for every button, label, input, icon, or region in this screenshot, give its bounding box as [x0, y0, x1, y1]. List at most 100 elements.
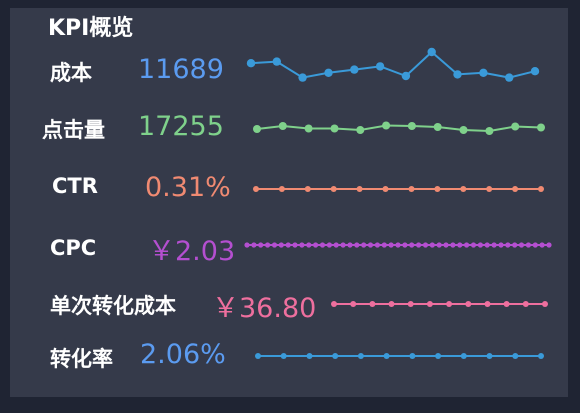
sparkline-point: [464, 242, 470, 248]
sparkline-point: [539, 242, 545, 248]
sparkline-point: [280, 353, 287, 359]
sparkline-point: [530, 67, 540, 76]
sparkline-point: [332, 353, 339, 359]
sparkline-point: [460, 186, 467, 192]
sparkline-point: [512, 242, 518, 248]
sparkline-point: [272, 57, 281, 66]
sparkline-point: [525, 242, 532, 248]
sparkline-point: [427, 47, 436, 57]
sparkline-point: [265, 242, 271, 248]
sparkline-point: [402, 242, 408, 248]
sparkline-point: [246, 59, 256, 68]
sparkline-point: [409, 242, 415, 248]
sparkline-point: [511, 122, 520, 131]
sparkline-point: [433, 123, 442, 131]
sparkline-point: [340, 242, 346, 248]
sparkline-point: [304, 186, 311, 192]
sparkline-point: [382, 121, 391, 130]
sparkline-point: [395, 242, 401, 248]
sparkline-point: [244, 242, 250, 248]
sparkline-point: [518, 242, 525, 248]
sparkline-point: [429, 242, 435, 248]
sparkline-cost: [246, 47, 540, 82]
sparkline-point: [331, 301, 337, 307]
sparkline-point: [298, 73, 307, 82]
sparkline-cost-per-conversion: [331, 301, 548, 307]
sparkline-point: [258, 242, 264, 248]
sparkline-point: [251, 242, 257, 248]
sparkline-point: [356, 126, 365, 134]
sparkline-point: [479, 68, 488, 78]
sparkline-point: [292, 242, 298, 248]
sparkline-point: [465, 301, 472, 307]
sparkline-point: [512, 186, 519, 192]
sparkline-point: [374, 242, 380, 248]
sparkline-point: [278, 122, 287, 130]
sparkline-point: [538, 353, 544, 359]
sparkline-point: [486, 353, 493, 359]
sparkline-point: [538, 186, 544, 192]
sparkline-point: [470, 242, 477, 248]
sparkline-point: [542, 301, 548, 307]
sparkline-point: [382, 186, 389, 192]
sparkline-point: [422, 242, 429, 248]
sparkline-point: [255, 353, 261, 359]
sparkline-point: [491, 242, 497, 248]
sparkline-point: [324, 68, 333, 78]
sparkline-point: [426, 301, 433, 307]
sparkline-point: [375, 62, 385, 71]
sparkline-point: [435, 353, 442, 359]
sparkline-point: [532, 242, 538, 248]
sparkline-point: [354, 242, 360, 248]
sparkline-point: [436, 242, 442, 248]
sparkline-point: [408, 186, 415, 192]
sparkline-point: [522, 301, 529, 307]
sparkline-ctr: [253, 186, 544, 192]
sparkline-point: [486, 186, 493, 192]
sparkline-line: [256, 124, 542, 133]
sparkline-clicks: [253, 121, 545, 135]
sparkline-point: [369, 301, 376, 307]
sparkline-point: [381, 242, 387, 248]
sparkline-point: [388, 301, 395, 307]
sparkline-point: [498, 242, 504, 248]
sparkline-point: [347, 242, 353, 248]
sparkline-point: [278, 186, 285, 192]
sparkline-point: [253, 125, 261, 133]
sparkline-point: [333, 242, 339, 248]
sparkline-point: [319, 242, 326, 248]
sparkline-point: [330, 186, 337, 192]
sparkline-point: [460, 353, 467, 359]
sparkline-point: [409, 353, 416, 359]
sparkline-point: [306, 353, 313, 359]
sparkline-point: [546, 242, 552, 248]
sparkline-point: [407, 301, 414, 307]
sparkline-point: [367, 242, 374, 248]
sparkline-point: [450, 242, 456, 248]
sparkline-point: [484, 242, 490, 248]
sparkline-point: [443, 242, 449, 248]
sparkline-point: [484, 301, 491, 307]
sparkline-point: [350, 65, 359, 74]
sparkline-point: [330, 124, 339, 133]
sparkline-point: [505, 73, 514, 82]
sparkline-point: [512, 353, 519, 359]
sparkline-point: [457, 242, 463, 248]
sparkline-point: [453, 70, 462, 79]
sparkline-point: [401, 71, 411, 81]
sparkline-point: [304, 124, 313, 133]
sparkline-point: [361, 242, 367, 248]
sparkline-point: [357, 353, 364, 359]
sparkline-point: [459, 126, 468, 134]
sparkline-point: [356, 186, 363, 192]
sparkline-layer: [244, 47, 552, 359]
sparkline-point: [350, 301, 357, 307]
sparkline-point: [299, 242, 305, 248]
sparkline-conversion-rate: [255, 353, 544, 359]
sparkline-point: [313, 242, 319, 248]
sparkline-point: [407, 122, 416, 130]
sparkline-point: [278, 242, 284, 248]
sparkline-point: [434, 186, 441, 192]
sparkline-point: [503, 301, 510, 307]
sparkline-point: [505, 242, 511, 248]
